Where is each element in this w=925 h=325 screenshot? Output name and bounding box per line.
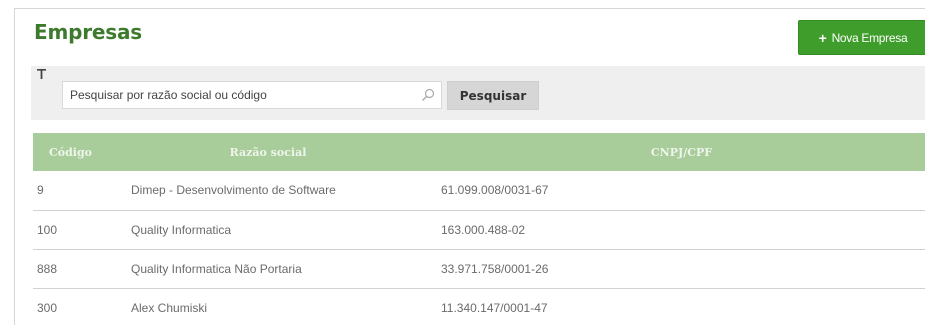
new-company-button[interactable]: + Nova Empresa [798, 20, 925, 55]
cell-cnpj: 33.971.758/0001-26 [441, 261, 549, 276]
search-input[interactable] [63, 82, 415, 108]
column-header-name[interactable]: Razão social [108, 133, 428, 171]
column-header-cnpj[interactable]: CNPJ/CPF [428, 133, 925, 171]
cell-name: Alex Chumiski [131, 300, 208, 315]
new-company-label: Nova Empresa [831, 30, 908, 45]
cell-code: 300 [37, 300, 58, 315]
cell-cnpj: 163.000.488-02 [441, 222, 526, 237]
table-row[interactable]: 9 Dimep - Desenvolvimento de Software 61… [33, 171, 925, 210]
cell-name: Dimep - Desenvolvimento de Software [131, 183, 336, 198]
search-box [62, 81, 442, 109]
cell-code: 888 [37, 261, 58, 276]
cell-cnpj: 11.340.147/0001-47 [441, 300, 548, 315]
filter-bar: Pesquisar [31, 66, 925, 120]
companies-panel: Empresas + Nova Empresa Pesquisar Código… [14, 8, 925, 325]
table-row[interactable]: 888 Quality Informatica Não Portaria 33.… [33, 249, 925, 288]
filter-icon[interactable] [37, 69, 46, 82]
cell-name: Quality Informatica Não Portaria [131, 261, 302, 276]
plus-icon: + [818, 29, 827, 46]
cell-name: Quality Informatica [131, 222, 232, 237]
page-title: Empresas [34, 20, 142, 44]
column-header-code[interactable]: Código [33, 133, 108, 171]
companies-table: Código Razão social CNPJ/CPF 9 Dimep - D… [33, 133, 925, 325]
table-row[interactable]: 100 Quality Informatica 163.000.488-02 [33, 210, 925, 249]
table-header-row: Código Razão social CNPJ/CPF [33, 133, 925, 171]
cell-code: 100 [37, 222, 58, 237]
cell-code: 9 [37, 183, 44, 198]
table-row[interactable]: 300 Alex Chumiski 11.340.147/0001-47 [33, 288, 925, 325]
cell-cnpj: 61.099.008/0031-67 [441, 183, 549, 198]
search-icon[interactable] [415, 82, 441, 108]
search-button[interactable]: Pesquisar [447, 81, 539, 110]
